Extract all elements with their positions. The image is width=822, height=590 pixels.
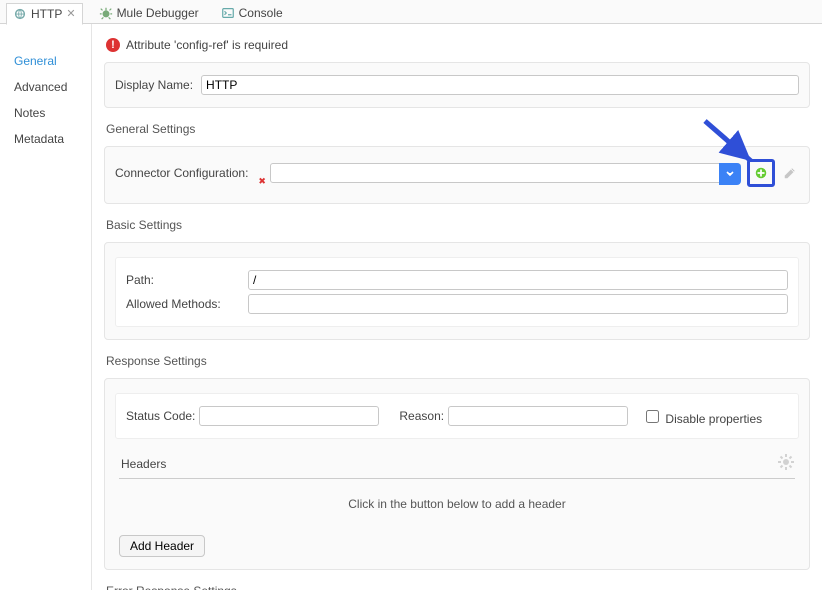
bug-icon — [99, 6, 113, 20]
edit-config-button[interactable] — [781, 164, 799, 182]
connector-config-dropdown[interactable] — [270, 163, 741, 183]
validation-text: Attribute 'config-ref' is required — [126, 38, 288, 52]
sidebar-item-metadata[interactable]: Metadata — [0, 126, 91, 152]
display-name-input[interactable] — [201, 75, 799, 95]
allowed-methods-label: Allowed Methods: — [126, 297, 240, 311]
sidebar-item-notes[interactable]: Notes — [0, 100, 91, 126]
sidebar-item-advanced[interactable]: Advanced — [0, 74, 91, 100]
add-header-button[interactable]: Add Header — [119, 535, 205, 557]
tab-console-label: Console — [239, 6, 283, 20]
general-settings-title: General Settings — [106, 122, 810, 136]
editor-tabstrip: HTTP ✕ Mule Debugger Console — [0, 0, 822, 24]
tab-http[interactable]: HTTP ✕ — [6, 3, 83, 25]
add-config-button[interactable] — [747, 159, 775, 187]
sidebar-item-general[interactable]: General — [0, 48, 91, 74]
response-settings-title: Response Settings — [106, 354, 810, 368]
http-connector-icon — [13, 7, 27, 21]
error-icon: ! — [106, 38, 120, 52]
status-code-label: Status Code: — [126, 409, 195, 423]
headers-hint: Click in the button below to add a heade… — [115, 479, 799, 529]
disable-properties-label: Disable properties — [665, 412, 762, 426]
tab-console[interactable]: Console — [215, 2, 289, 24]
status-code-input[interactable] — [199, 406, 379, 426]
gear-icon[interactable] — [777, 453, 795, 474]
close-icon[interactable]: ✕ — [66, 7, 75, 20]
error-response-settings-title: Error Response Settings — [106, 584, 810, 590]
headers-label: Headers — [121, 457, 166, 471]
main-panel: ! Attribute 'config-ref' is required Dis… — [92, 24, 822, 590]
reason-input[interactable] — [448, 406, 628, 426]
sidebar: General Advanced Notes Metadata — [0, 24, 92, 590]
path-label: Path: — [126, 273, 240, 287]
tab-mule-debugger[interactable]: Mule Debugger — [93, 2, 205, 24]
basic-settings-title: Basic Settings — [106, 218, 810, 232]
path-input[interactable] — [248, 270, 788, 290]
display-name-label: Display Name: — [115, 78, 193, 92]
tab-http-label: HTTP — [31, 7, 62, 21]
disable-properties-checkbox[interactable]: Disable properties — [642, 407, 762, 426]
required-icon: ✖ — [258, 176, 266, 187]
console-icon — [221, 6, 235, 20]
allowed-methods-input[interactable] — [248, 294, 788, 314]
tab-debugger-label: Mule Debugger — [117, 6, 199, 20]
dropdown-caret-icon[interactable] — [719, 163, 741, 185]
validation-message: ! Attribute 'config-ref' is required — [106, 38, 810, 52]
reason-label: Reason: — [399, 409, 444, 423]
connector-config-label: Connector Configuration: — [115, 166, 248, 180]
